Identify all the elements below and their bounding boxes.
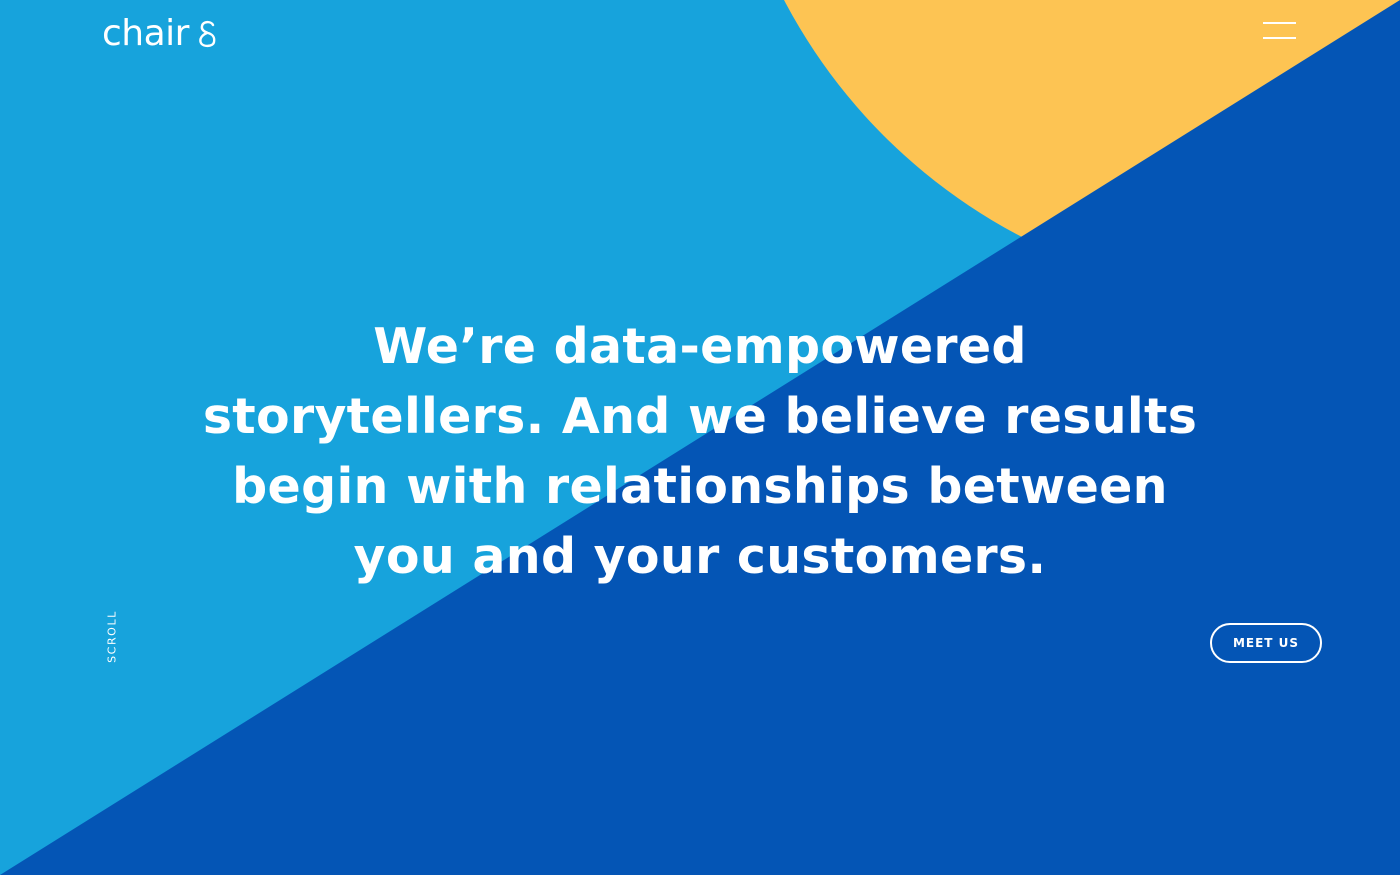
headline-line-1: We’re data-empowered <box>373 318 1027 375</box>
ampersand-mark-icon <box>199 20 216 48</box>
menu-button[interactable] <box>1256 17 1302 47</box>
scroll-indicator[interactable]: SCROLL <box>106 607 119 667</box>
hero-headline: We’re data-empowered storytellers. And w… <box>150 312 1250 592</box>
hamburger-menu-icon-line <box>1263 37 1296 39</box>
headline-line-2: storytellers. And we believe results <box>202 388 1198 445</box>
meet-us-button[interactable]: MEET US <box>1210 623 1322 663</box>
brand-name: chair <box>102 13 189 54</box>
hamburger-menu-icon <box>1263 22 1296 24</box>
headline-line-3: begin with relationships between <box>232 458 1168 515</box>
brand-logo[interactable]: chair <box>102 12 219 56</box>
headline-line-4: you and your customers. <box>353 528 1047 585</box>
